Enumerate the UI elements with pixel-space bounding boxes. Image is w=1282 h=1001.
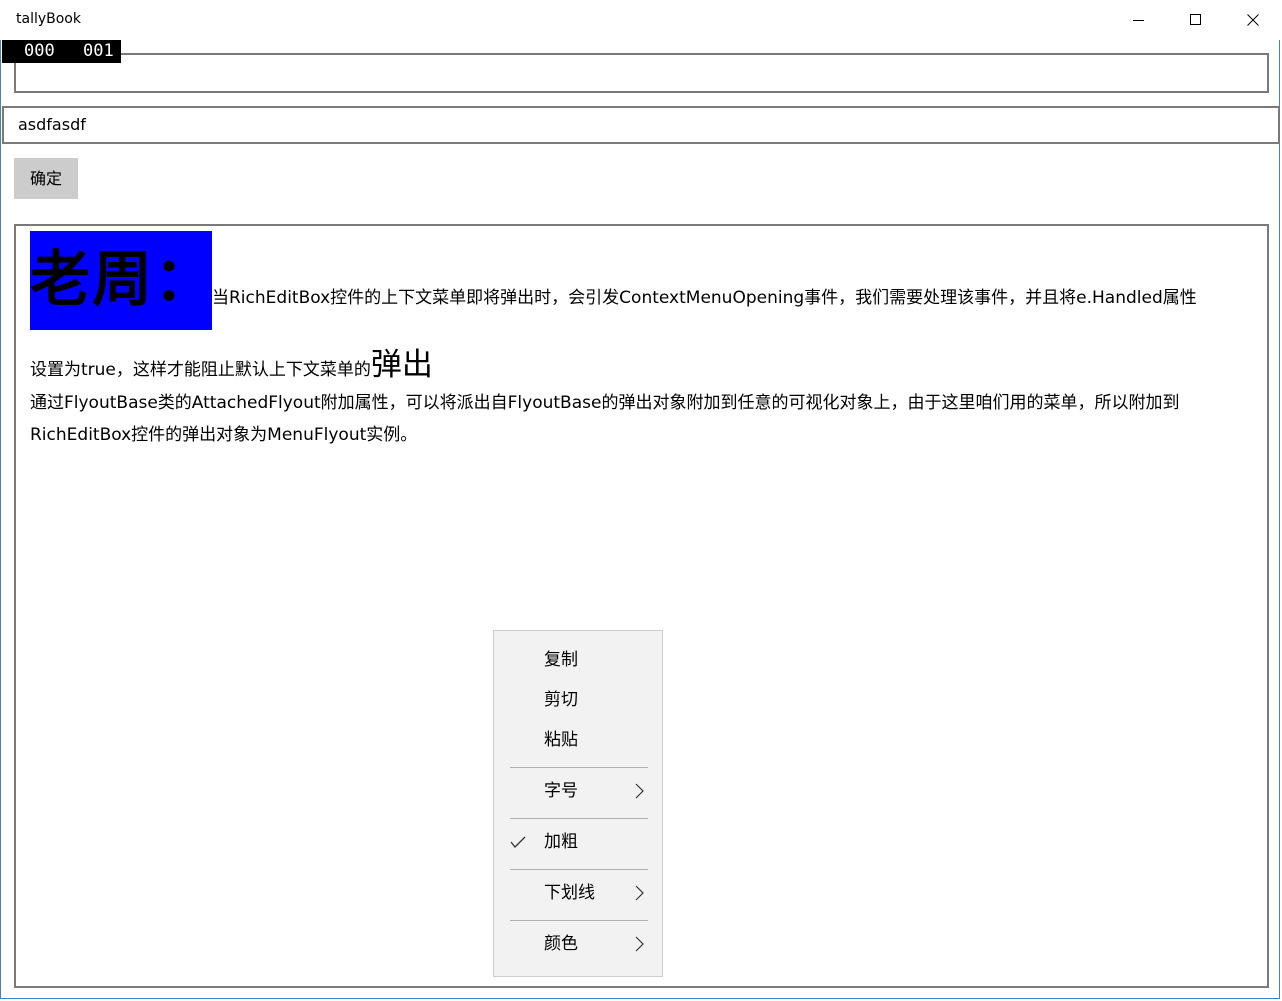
paragraph-line-3: 通过FlyoutBase类的AttachedFlyout附加属性，可以将派出自F… [30,393,1180,413]
menu-item-underline-label: 下划线 [544,883,595,903]
counter-value-b: 001 [83,41,114,61]
minimize-button[interactable] [1110,0,1167,40]
chevron-right-icon [635,783,644,799]
close-icon [1246,14,1259,26]
chevron-right-icon [635,885,644,901]
counter-value-a: 000 [24,41,55,61]
app-title: tallyBook [16,11,81,27]
text-input[interactable]: asdfasdf [2,106,1280,144]
close-button[interactable] [1224,0,1281,40]
paragraph-line-4: RichEditBox控件的弹出对象为MenuFlyout实例。 [30,425,418,445]
heading-text: 老周： [30,245,216,315]
confirm-button[interactable]: 确定 [14,158,78,199]
title-bar: tallyBook [0,0,1282,40]
menu-separator [510,920,648,921]
paragraph-line-2: 设置为true，这样才能阻止默认上下文菜单的弹出 [30,339,433,384]
menu-item-bold-label: 加粗 [544,832,578,852]
menu-item-bold[interactable]: 加粗 [494,823,662,861]
paragraph-line-1: 当RichEditBox控件的上下文菜单即将弹出时，会引发ContextMenu… [212,288,1197,308]
menu-item-paste[interactable]: 粘贴 [494,721,662,759]
context-menu: 复制 剪切 粘贴 字号 加粗 下划线 颜色 [493,630,663,977]
maximize-button[interactable] [1167,0,1224,40]
maximize-icon [1189,14,1201,25]
menu-item-copy-label: 复制 [544,650,578,670]
top-input[interactable] [14,53,1269,93]
menu-item-font-size[interactable]: 字号 [494,772,662,810]
menu-item-color[interactable]: 颜色 [494,925,662,963]
menu-separator [510,869,648,870]
menu-separator [510,818,648,819]
menu-item-paste-label: 粘贴 [544,730,578,750]
checkmark-icon [510,836,526,848]
paragraph-line-2-big: 弹出 [370,347,433,383]
menu-item-cut-label: 剪切 [544,690,578,710]
menu-item-font-size-label: 字号 [544,781,578,801]
minimize-icon [1132,20,1144,21]
menu-separator [510,767,648,768]
menu-item-copy[interactable]: 复制 [494,641,662,679]
frame-counter: 000 001 [2,40,121,63]
chevron-right-icon [635,936,644,952]
menu-item-cut[interactable]: 剪切 [494,681,662,719]
menu-item-color-label: 颜色 [544,934,578,954]
paragraph-line-2-text: 设置为true，这样才能阻止默认上下文菜单的 [30,360,371,380]
menu-item-underline[interactable]: 下划线 [494,874,662,912]
